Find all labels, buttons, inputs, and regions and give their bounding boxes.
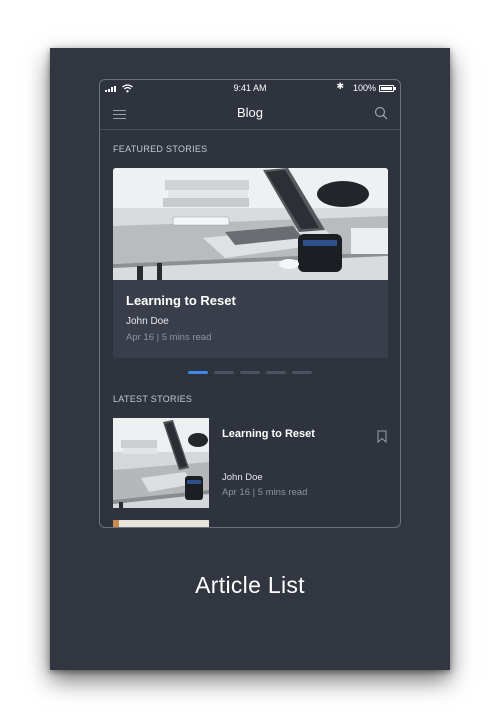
carousel-dot[interactable] bbox=[214, 371, 234, 374]
carousel-dot[interactable] bbox=[188, 371, 208, 374]
showcase-caption: Article List bbox=[195, 572, 305, 598]
carousel-dot[interactable] bbox=[266, 371, 286, 374]
carousel-dot[interactable] bbox=[240, 371, 260, 374]
featured-section-label: FEATURED STORIES bbox=[113, 144, 208, 154]
bookmark-icon[interactable] bbox=[377, 430, 387, 443]
nav-bar: Blog bbox=[100, 98, 400, 130]
status-bar: 9:41 AM ✱ 100% bbox=[100, 80, 400, 98]
featured-story-card[interactable]: Learning to Reset John Doe Apr 16 | 5 mi… bbox=[113, 168, 388, 358]
story-author: John Doe bbox=[222, 472, 263, 483]
featured-meta: Apr 16 | 5 mins read bbox=[126, 332, 212, 343]
list-item[interactable]: Learning to Reset John Doe Apr 16 | 5 mi… bbox=[113, 418, 388, 508]
bluetooth-icon: ✱ bbox=[336, 82, 344, 92]
battery-icon bbox=[379, 85, 396, 92]
battery-percent: 100% bbox=[352, 83, 376, 93]
story-title[interactable]: Learning to Reset bbox=[222, 428, 315, 440]
featured-title[interactable]: Learning to Reset bbox=[126, 293, 236, 308]
featured-image bbox=[113, 168, 388, 280]
next-story-thumbnail[interactable] bbox=[113, 520, 209, 527]
carousel-dot[interactable] bbox=[292, 371, 312, 374]
story-thumbnail bbox=[113, 418, 209, 508]
search-icon[interactable] bbox=[374, 106, 388, 120]
showcase-card: 9:41 AM ✱ 100% Blog FEATURED STORIES Lea… bbox=[50, 48, 450, 670]
page-title: Blog bbox=[236, 105, 264, 120]
latest-section-label: LATEST STORIES bbox=[113, 394, 193, 404]
story-meta: Apr 16 | 5 mins read bbox=[222, 487, 308, 498]
featured-author: John Doe bbox=[126, 316, 169, 327]
carousel-indicator bbox=[188, 371, 312, 374]
phone-screen: 9:41 AM ✱ 100% Blog FEATURED STORIES Lea… bbox=[99, 79, 401, 528]
